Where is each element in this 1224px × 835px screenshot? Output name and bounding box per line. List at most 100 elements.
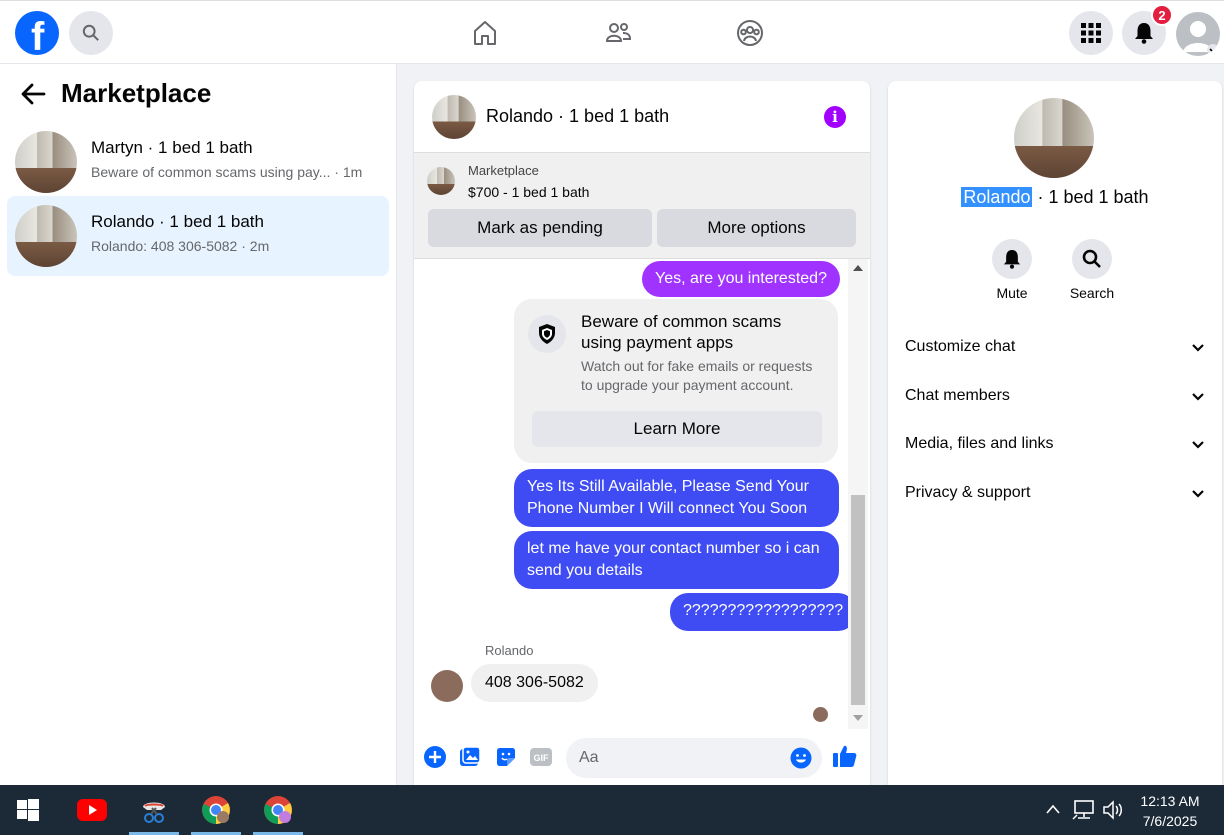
home-nav-button[interactable] bbox=[467, 15, 503, 51]
section-label: Media, files and links bbox=[905, 435, 1054, 452]
youtube-icon bbox=[77, 799, 107, 821]
sent-message: Yes Its Still Available, Please Send You… bbox=[514, 469, 839, 527]
thumbs-up-icon[interactable] bbox=[832, 743, 857, 767]
sender-avatar[interactable] bbox=[431, 670, 463, 702]
warning-body: Watch out for fake emails or requests to… bbox=[581, 358, 813, 393]
conversation-item-rolando[interactable]: Rolando · 1 bed 1 bath Rolando: 408 306-… bbox=[7, 196, 389, 276]
message-input[interactable]: Aa bbox=[566, 738, 822, 778]
seen-indicator-avatar bbox=[813, 707, 828, 722]
notification-count-badge: 2 bbox=[1151, 4, 1173, 26]
section-customize-chat[interactable]: Customize chat bbox=[905, 338, 1205, 368]
section-label: Chat members bbox=[905, 387, 1010, 404]
groups-nav-button[interactable] bbox=[732, 15, 768, 51]
taskbar-chrome-1[interactable] bbox=[191, 785, 241, 835]
taskbar-snipping-tool[interactable] bbox=[129, 785, 179, 835]
account-avatar[interactable] bbox=[1176, 12, 1220, 56]
network-icon[interactable] bbox=[1072, 799, 1096, 821]
scroll-down-arrow-icon[interactable] bbox=[853, 715, 863, 721]
sent-message: ?????????????????? bbox=[670, 593, 857, 631]
more-options-button[interactable]: More options bbox=[657, 209, 856, 247]
chevron-down-icon bbox=[1192, 344, 1204, 352]
section-label: Customize chat bbox=[905, 338, 1016, 355]
listing-thumbnail[interactable] bbox=[1014, 98, 1094, 178]
facebook-logo[interactable]: f bbox=[15, 11, 59, 59]
clock-time: 12:13 AM bbox=[1140, 793, 1200, 809]
windows-logo-icon bbox=[17, 799, 39, 821]
search-button[interactable] bbox=[69, 11, 113, 55]
facebook-logo-letter: f bbox=[31, 15, 45, 59]
page-title: Marketplace bbox=[61, 78, 212, 108]
marketplace-listing-card: Marketplace $700 - 1 bed 1 bath Mark as … bbox=[414, 153, 870, 259]
chat-window: Rolando · 1 bed 1 bath i Marketplace $70… bbox=[414, 81, 870, 785]
listing-thumbnail[interactable] bbox=[427, 167, 455, 195]
sent-message: Yes, are you interested? bbox=[642, 261, 840, 297]
groups-icon bbox=[737, 20, 763, 46]
shield-icon bbox=[528, 315, 566, 353]
clock-date: 7/6/2025 bbox=[1142, 813, 1198, 829]
listing-thumbnail bbox=[15, 205, 77, 267]
friends-icon bbox=[605, 23, 632, 42]
sender-name: Rolando bbox=[485, 643, 534, 658]
scrollbar-thumb[interactable] bbox=[851, 495, 865, 705]
search-in-chat-button[interactable]: Search bbox=[1062, 239, 1122, 301]
conversation-preview: Rolando: 408 306-5082 · 2m bbox=[91, 238, 270, 254]
section-media-files-links[interactable]: Media, files and links bbox=[905, 435, 1205, 465]
emoji-icon[interactable] bbox=[790, 747, 812, 769]
conversation-item-martyn[interactable]: Martyn · 1 bed 1 bath Beware of common s… bbox=[7, 122, 389, 202]
details-title-rest: · 1 bed 1 bath bbox=[1032, 187, 1149, 207]
snipping-tool-icon bbox=[143, 802, 165, 823]
section-privacy-support[interactable]: Privacy & support bbox=[905, 484, 1205, 514]
selected-name-text[interactable]: Rolando bbox=[961, 187, 1033, 207]
scroll-up-arrow-icon[interactable] bbox=[853, 265, 863, 271]
taskbar-chrome-2[interactable] bbox=[253, 785, 303, 835]
plus-circle-icon[interactable] bbox=[423, 745, 447, 769]
chrome-icon bbox=[202, 796, 230, 824]
chrome-icon bbox=[264, 796, 292, 824]
info-icon[interactable]: i bbox=[824, 106, 846, 128]
marketplace-inbox-panel: Marketplace Martyn · 1 bed 1 bath Beware… bbox=[0, 64, 397, 785]
search-icon bbox=[82, 24, 99, 41]
chevron-up-icon[interactable] bbox=[1045, 803, 1061, 815]
message-list[interactable]: Yes, are you interested? Beware of commo… bbox=[414, 259, 870, 729]
back-button[interactable] bbox=[20, 82, 46, 111]
received-message: 408 306-5082 bbox=[471, 664, 598, 702]
marketplace-label: Marketplace bbox=[468, 163, 539, 178]
section-label: Privacy & support bbox=[905, 484, 1031, 501]
mute-button[interactable]: Mute bbox=[982, 239, 1042, 301]
learn-more-button[interactable]: Learn More bbox=[532, 411, 822, 447]
svg-text:GIF: GIF bbox=[534, 753, 550, 763]
taskbar-youtube[interactable] bbox=[67, 785, 117, 835]
conversation-name: Rolando · 1 bed 1 bath bbox=[91, 212, 264, 231]
listing-thumbnail[interactable] bbox=[432, 95, 476, 139]
search-label: Search bbox=[1069, 285, 1115, 301]
sticker-icon[interactable] bbox=[494, 745, 518, 769]
gif-icon[interactable]: GIF bbox=[529, 745, 553, 769]
message-scrollbar[interactable] bbox=[848, 259, 868, 729]
start-button[interactable] bbox=[3, 785, 53, 835]
bell-icon bbox=[992, 239, 1032, 279]
chevron-down-icon bbox=[1192, 393, 1204, 401]
home-icon bbox=[474, 21, 496, 45]
windows-taskbar: 12:13 AM 7/6/2025 bbox=[0, 785, 1224, 835]
search-icon bbox=[1072, 239, 1112, 279]
chat-details-panel: Rolando · 1 bed 1 bath Mute Search Custo… bbox=[888, 81, 1222, 785]
arrow-left-icon bbox=[21, 83, 46, 105]
mute-label: Mute bbox=[996, 285, 1028, 301]
scam-warning-card: Beware of common scams using payment app… bbox=[514, 299, 838, 463]
sent-message: let me have your contact number so i can… bbox=[514, 531, 839, 589]
menu-button[interactable] bbox=[1069, 11, 1113, 55]
listing-thumbnail bbox=[15, 131, 77, 193]
mark-as-pending-button[interactable]: Mark as pending bbox=[428, 209, 652, 247]
menu-grid-icon bbox=[1081, 23, 1101, 43]
conversation-preview: Beware of common scams using pay... · 1m bbox=[91, 164, 363, 180]
message-input-placeholder: Aa bbox=[579, 749, 599, 766]
listing-price: $700 - 1 bed 1 bath bbox=[468, 184, 590, 200]
chat-header: Rolando · 1 bed 1 bath i bbox=[414, 81, 870, 153]
warning-title: Beware of common scams using payment app… bbox=[581, 312, 782, 352]
photo-icon[interactable] bbox=[458, 745, 482, 769]
taskbar-clock[interactable]: 12:13 AM 7/6/2025 bbox=[1125, 791, 1215, 831]
volume-icon[interactable] bbox=[1102, 799, 1126, 821]
details-title: Rolando · 1 bed 1 bath bbox=[888, 187, 1222, 208]
friends-nav-button[interactable] bbox=[600, 15, 636, 51]
section-chat-members[interactable]: Chat members bbox=[905, 387, 1205, 417]
